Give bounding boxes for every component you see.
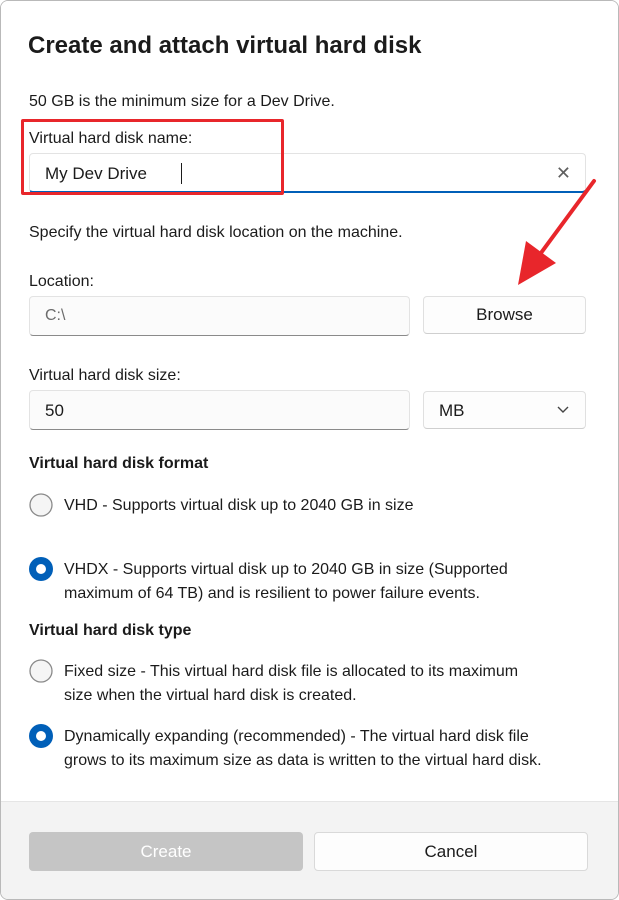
dialog-title: Create and attach virtual hard disk — [28, 32, 422, 59]
vhd-name-input[interactable]: My Dev Drive ✕ — [29, 153, 586, 193]
vhd-name-value: My Dev Drive — [45, 164, 148, 183]
chevron-down-icon — [557, 406, 569, 413]
location-label: Location: — [29, 273, 94, 290]
size-unit-value: MB — [439, 401, 465, 420]
format-heading: Virtual hard disk format — [29, 455, 209, 472]
vhdx-radio[interactable] — [29, 557, 53, 581]
size-value: 50 — [45, 401, 64, 420]
dialog-content: Create and attach virtual hard disk 50 G… — [1, 1, 618, 801]
type-heading: Virtual hard disk type — [29, 622, 192, 639]
dynamic-expanding-option-label: Dynamically expanding (recommended) - Th… — [64, 728, 542, 769]
size-label: Virtual hard disk size: — [29, 367, 181, 384]
min-size-note: 50 GB is the minimum size for a Dev Driv… — [29, 93, 335, 110]
fixed-size-radio[interactable] — [29, 659, 53, 683]
vhd-option-label: VHD - Supports virtual disk up to 2040 G… — [64, 497, 414, 514]
browse-button[interactable]: Browse — [423, 296, 586, 334]
size-input[interactable]: 50 — [29, 390, 410, 430]
fixed-size-option-label: Fixed size - This virtual hard disk file… — [64, 663, 519, 704]
close-icon[interactable]: ✕ — [556, 163, 571, 183]
location-input[interactable]: C:\ — [29, 296, 410, 336]
create-button[interactable]: Create — [29, 832, 303, 871]
location-value: C:\ — [45, 307, 66, 324]
name-label: Virtual hard disk name: — [29, 130, 193, 147]
create-vhd-dialog: Create and attach virtual hard disk 50 G… — [0, 0, 619, 900]
size-unit-select[interactable]: MB — [423, 391, 586, 429]
vhdx-option-label: VHDX - Supports virtual disk up to 2040 … — [64, 561, 508, 602]
text-caret — [181, 163, 182, 184]
vhd-radio[interactable] — [29, 493, 53, 517]
dynamic-expanding-radio[interactable] — [29, 724, 53, 748]
cancel-button[interactable]: Cancel — [314, 832, 588, 871]
location-note: Specify the virtual hard disk location o… — [29, 224, 403, 241]
